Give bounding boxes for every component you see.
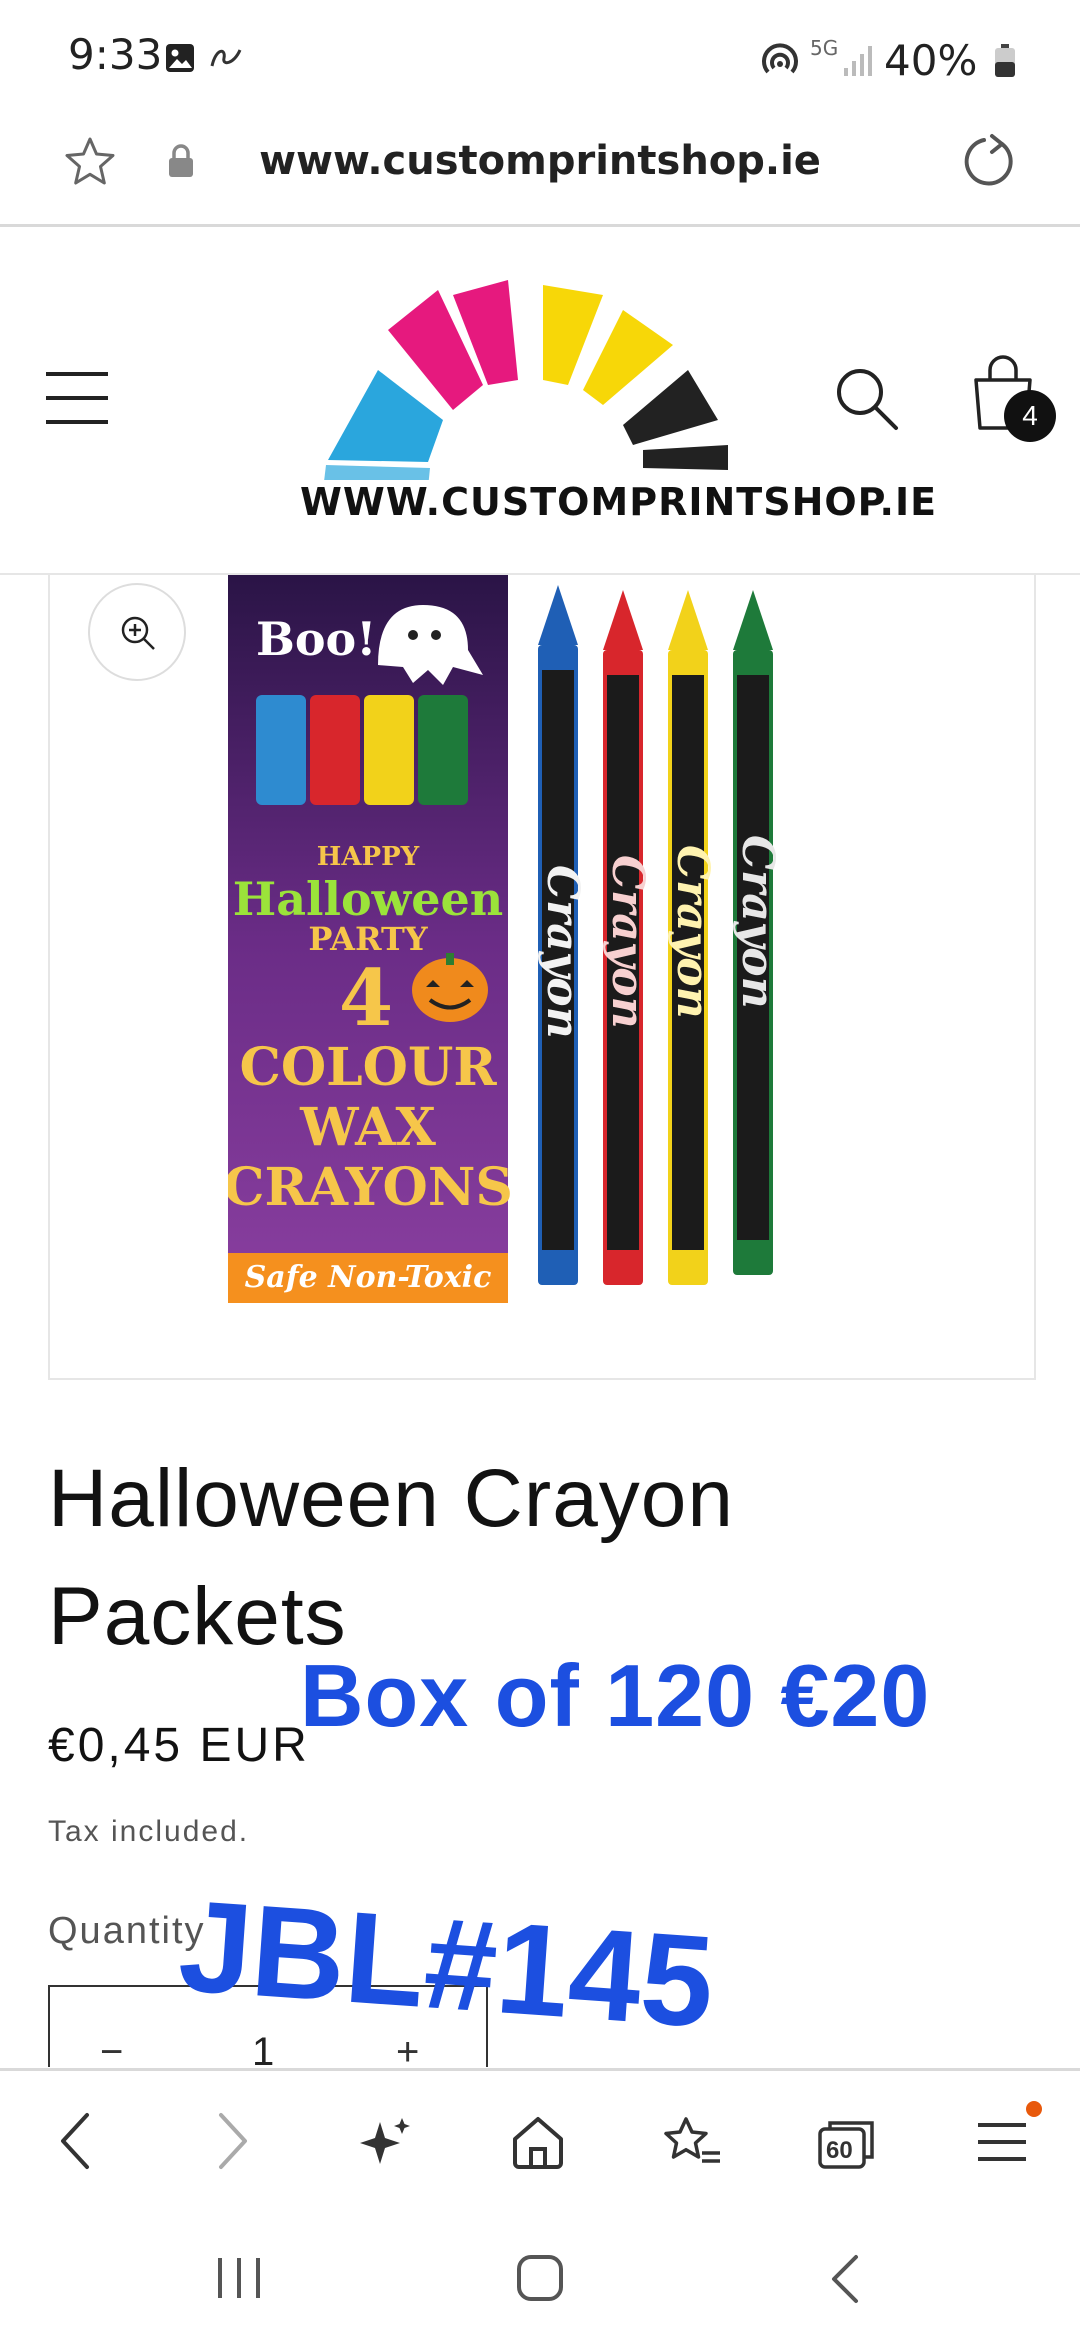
bookmarks-icon[interactable] (662, 2115, 724, 2171)
zoom-in-icon (121, 616, 155, 650)
tab-count: 60 (826, 2137, 853, 2164)
box-offer-overlay: Box of 120 €20 (300, 1646, 931, 1745)
zoom-button[interactable] (88, 583, 186, 681)
box-text-crayons: CRAYONS (228, 1157, 513, 1218)
status-right: 5G 40% (760, 30, 1020, 90)
crayon-red: Crayon (602, 590, 653, 1285)
ai-sparkle-icon[interactable] (358, 2116, 414, 2168)
back-icon[interactable] (55, 2111, 95, 2171)
gallery-notification-icon (166, 44, 194, 72)
box-text-safe: Safe Non-Toxic (245, 1260, 492, 1295)
menu-icon[interactable] (978, 2121, 1026, 2163)
cart-count-badge: 4 (1004, 390, 1056, 442)
tax-note: Tax included. (48, 1815, 250, 1848)
home-nav-icon[interactable] (516, 2254, 564, 2302)
box-text-colour: COLOUR (239, 1037, 497, 1098)
product-title: Halloween Crayon Packets (48, 1440, 848, 1676)
forward-icon[interactable] (213, 2111, 253, 2171)
crayon-green: Crayon (732, 590, 783, 1275)
box-text-halloween: Halloween (233, 872, 503, 926)
crayon-label-red: Crayon (602, 855, 653, 1029)
crayon-label-yellow: Crayon (667, 845, 718, 1019)
crayon-blue: Crayon (537, 585, 588, 1285)
status-bar: 9:33 5G 40% (0, 0, 1080, 110)
battery-text: 40% (884, 36, 978, 85)
app-notification-icon (210, 49, 242, 67)
box-text-wax: WAX (299, 1097, 436, 1158)
network-type: 5G (810, 36, 839, 60)
box-text-happy: HAPPY (317, 842, 420, 872)
crayon-label-blue: Crayon (537, 865, 588, 1039)
hotspot-icon (762, 43, 798, 74)
system-navigation-bar (0, 2208, 1080, 2340)
crayon-yellow: Crayon (667, 590, 718, 1285)
crayon-label-green: Crayon (732, 835, 783, 1009)
search-icon[interactable] (834, 366, 900, 432)
battery-icon (995, 44, 1015, 77)
back-nav-icon[interactable] (828, 2254, 862, 2304)
url-text[interactable]: www.customprintshop.ie (0, 138, 1080, 184)
product-title-line1: Halloween Crayon (48, 1453, 735, 1544)
site-logo[interactable] (316, 258, 766, 480)
hamburger-menu-icon[interactable] (46, 370, 108, 426)
product-price: €0,45 EUR (48, 1719, 310, 1772)
signal-icon (844, 46, 872, 76)
logo-text: WWW.CUSTOMPRINTSHOP.IE (300, 480, 938, 524)
home-icon[interactable] (510, 2115, 566, 2169)
menu-notification-dot (1026, 2101, 1042, 2117)
status-time: 9:33 (68, 30, 163, 79)
tabs-button[interactable]: 60 (818, 2119, 874, 2169)
reload-icon[interactable] (962, 132, 1018, 188)
recent-apps-icon[interactable] (216, 2256, 262, 2300)
product-image[interactable]: Boo! HAPPY Halloween PARTY 4 COLOUR WAX … (228, 575, 818, 1305)
box-text-boo: Boo! (256, 612, 376, 666)
browser-bottom-nav: 60 (0, 2068, 1080, 2211)
box-text-4: 4 (339, 953, 393, 1044)
